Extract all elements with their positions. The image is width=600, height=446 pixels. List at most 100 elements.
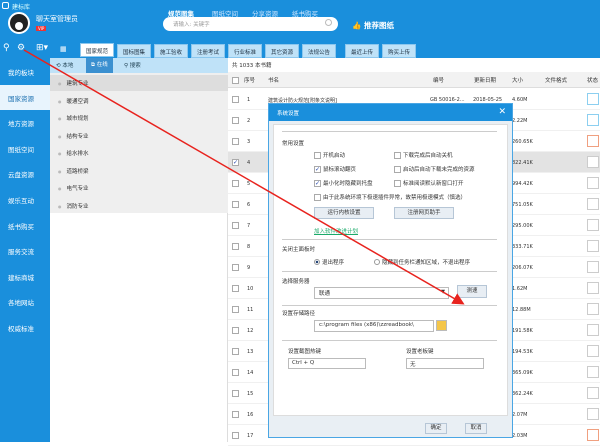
sidebar-item[interactable]: 国家资源 [0, 84, 50, 110]
category-item[interactable]: 城市规划 [58, 114, 89, 122]
row-status-button[interactable] [587, 408, 599, 420]
username[interactable]: 聊天室管理员 [36, 14, 78, 24]
grid-icon[interactable]: ▦ [60, 45, 67, 53]
row-status-button[interactable] [587, 240, 599, 252]
option-checkbox[interactable]: ✓ 鼠标滚动翻页 [314, 165, 356, 173]
col-format[interactable]: 文件格式 [545, 76, 567, 84]
select-all-checkbox[interactable] [232, 77, 239, 84]
tab-purchased[interactable]: 购买上传 [382, 44, 417, 58]
tab-national[interactable]: 国家规范 [80, 43, 115, 57]
radio-exit[interactable]: 退出程序 [314, 258, 344, 266]
row-status-button[interactable] [587, 324, 599, 336]
row-status-button[interactable] [587, 387, 599, 399]
folder-icon[interactable] [436, 320, 447, 331]
sidebar-item[interactable]: 纸书购买 [0, 213, 50, 238]
register-helper-button[interactable]: 注册网页助手 [394, 207, 454, 219]
col-title[interactable]: 书名 [268, 76, 279, 84]
row-status-button[interactable] [587, 135, 599, 147]
recommend-drawings-button[interactable]: 👍 推荐图纸 [352, 20, 394, 31]
tab-regulations[interactable]: 法规公告 [302, 44, 337, 58]
row-checkbox[interactable] [232, 306, 239, 313]
category-item[interactable]: 建筑专业 [58, 79, 89, 87]
storage-path-input[interactable]: c:\program files (x86)\zzreadbook\ [314, 320, 434, 332]
row-checkbox[interactable] [232, 285, 239, 292]
radio-tray[interactable]: 隐藏到任务栏通知区域，不退出程序 [374, 258, 470, 266]
row-checkbox[interactable] [232, 96, 239, 103]
search-input[interactable]: 请输入: 关键字 [163, 17, 338, 31]
checkbox[interactable] [394, 165, 401, 173]
row-checkbox[interactable] [232, 201, 239, 208]
option-checkbox[interactable]: 由于此系统环境下极速插件异常，故禁用极速模式（慎选） [314, 193, 466, 201]
speed-test-button[interactable]: 测速 [457, 285, 487, 298]
radio-exit-button[interactable] [314, 259, 320, 265]
col-index[interactable]: 序号 [244, 76, 255, 84]
category-item[interactable]: 消防专业 [58, 202, 89, 210]
search-icon[interactable] [325, 19, 332, 26]
option-checkbox[interactable]: ✓ 最小化时隐藏到托盘 [314, 179, 373, 187]
category-item[interactable]: 暖通空调 [58, 97, 89, 105]
row-checkbox[interactable] [232, 348, 239, 355]
sidebar-item[interactable]: 建标商城 [0, 264, 50, 289]
checkbox[interactable]: ✓ [314, 179, 321, 187]
checkbox[interactable] [314, 193, 321, 201]
row-status-button[interactable] [587, 114, 599, 126]
sidebar-item[interactable]: 服务交流 [0, 238, 50, 263]
row-checkbox[interactable] [232, 432, 239, 439]
row-status-button[interactable] [587, 345, 599, 357]
row-status-button[interactable] [587, 219, 599, 231]
sidebar-item[interactable]: 权威标准 [0, 315, 50, 340]
add-icon[interactable]: ⊞▾ [36, 43, 48, 53]
server-select[interactable]: 联通 ▼ [314, 287, 449, 299]
tab-local[interactable]: ⟲ 本地 [56, 61, 73, 69]
gear-icon[interactable]: ⚙ [17, 43, 25, 53]
row-checkbox[interactable]: ✓ [232, 159, 239, 166]
row-status-button[interactable] [587, 93, 599, 105]
sidebar-item[interactable]: 我的板块 [0, 59, 50, 84]
col-size[interactable]: 大小 [512, 76, 523, 84]
boss-key-input[interactable]: 无 [406, 358, 484, 369]
row-checkbox[interactable] [232, 180, 239, 187]
hotkey-input[interactable]: Ctrl + Q [288, 358, 366, 369]
row-checkbox[interactable] [232, 327, 239, 334]
row-status-button[interactable] [587, 198, 599, 210]
row-checkbox[interactable] [232, 243, 239, 250]
row-checkbox[interactable] [232, 222, 239, 229]
join-improvement-link[interactable]: 加入软件改进计划 [314, 227, 358, 235]
category-item[interactable]: 道路桥梁 [58, 167, 89, 175]
checkbox[interactable] [394, 151, 401, 159]
row-checkbox[interactable] [232, 390, 239, 397]
close-icon[interactable]: ✕ [498, 107, 506, 117]
col-status[interactable]: 状态 [587, 76, 598, 84]
option-checkbox[interactable]: 开机启动 [314, 151, 345, 159]
option-checkbox[interactable]: 标准阅读默认新窗口打开 [394, 179, 464, 187]
tab-recent[interactable]: 最近上传 [345, 44, 380, 58]
row-status-button[interactable] [587, 429, 599, 441]
row-status-button[interactable] [587, 366, 599, 378]
tab-industry[interactable]: 行业标准 [228, 44, 263, 58]
sidebar-item[interactable]: 地方资源 [0, 110, 50, 135]
search-icon[interactable]: ⚲ [3, 43, 10, 53]
cancel-button[interactable]: 取消 [465, 423, 487, 434]
row-status-button[interactable] [587, 156, 599, 168]
sidebar-item[interactable]: 云盘资源 [0, 161, 50, 186]
col-code[interactable]: 编号 [433, 76, 444, 84]
col-date[interactable]: 更新日期 [474, 76, 496, 84]
option-checkbox[interactable]: 下载完成后自动关机 [394, 151, 453, 159]
category-item[interactable]: 结构专业 [58, 132, 89, 140]
row-status-button[interactable] [587, 303, 599, 315]
row-checkbox[interactable] [232, 138, 239, 145]
tab-other[interactable]: 其它资源 [265, 44, 300, 58]
sidebar-item[interactable]: 各地网站 [0, 289, 50, 314]
row-checkbox[interactable] [232, 411, 239, 418]
checkbox[interactable] [314, 151, 321, 159]
tab-online[interactable]: ⧉ 在线 [86, 58, 113, 73]
row-status-button[interactable] [587, 177, 599, 189]
row-checkbox[interactable] [232, 369, 239, 376]
tab-exam[interactable]: 注册考试 [191, 44, 226, 58]
option-checkbox[interactable]: 启动后自动下载未完成的资源 [394, 165, 475, 173]
row-checkbox[interactable] [232, 117, 239, 124]
tab-search[interactable]: ⚲ 搜索 [124, 61, 141, 69]
row-status-button[interactable] [587, 282, 599, 294]
radio-tray-button[interactable] [374, 259, 380, 265]
kernel-settings-button[interactable]: 运行内核设置 [314, 207, 374, 219]
